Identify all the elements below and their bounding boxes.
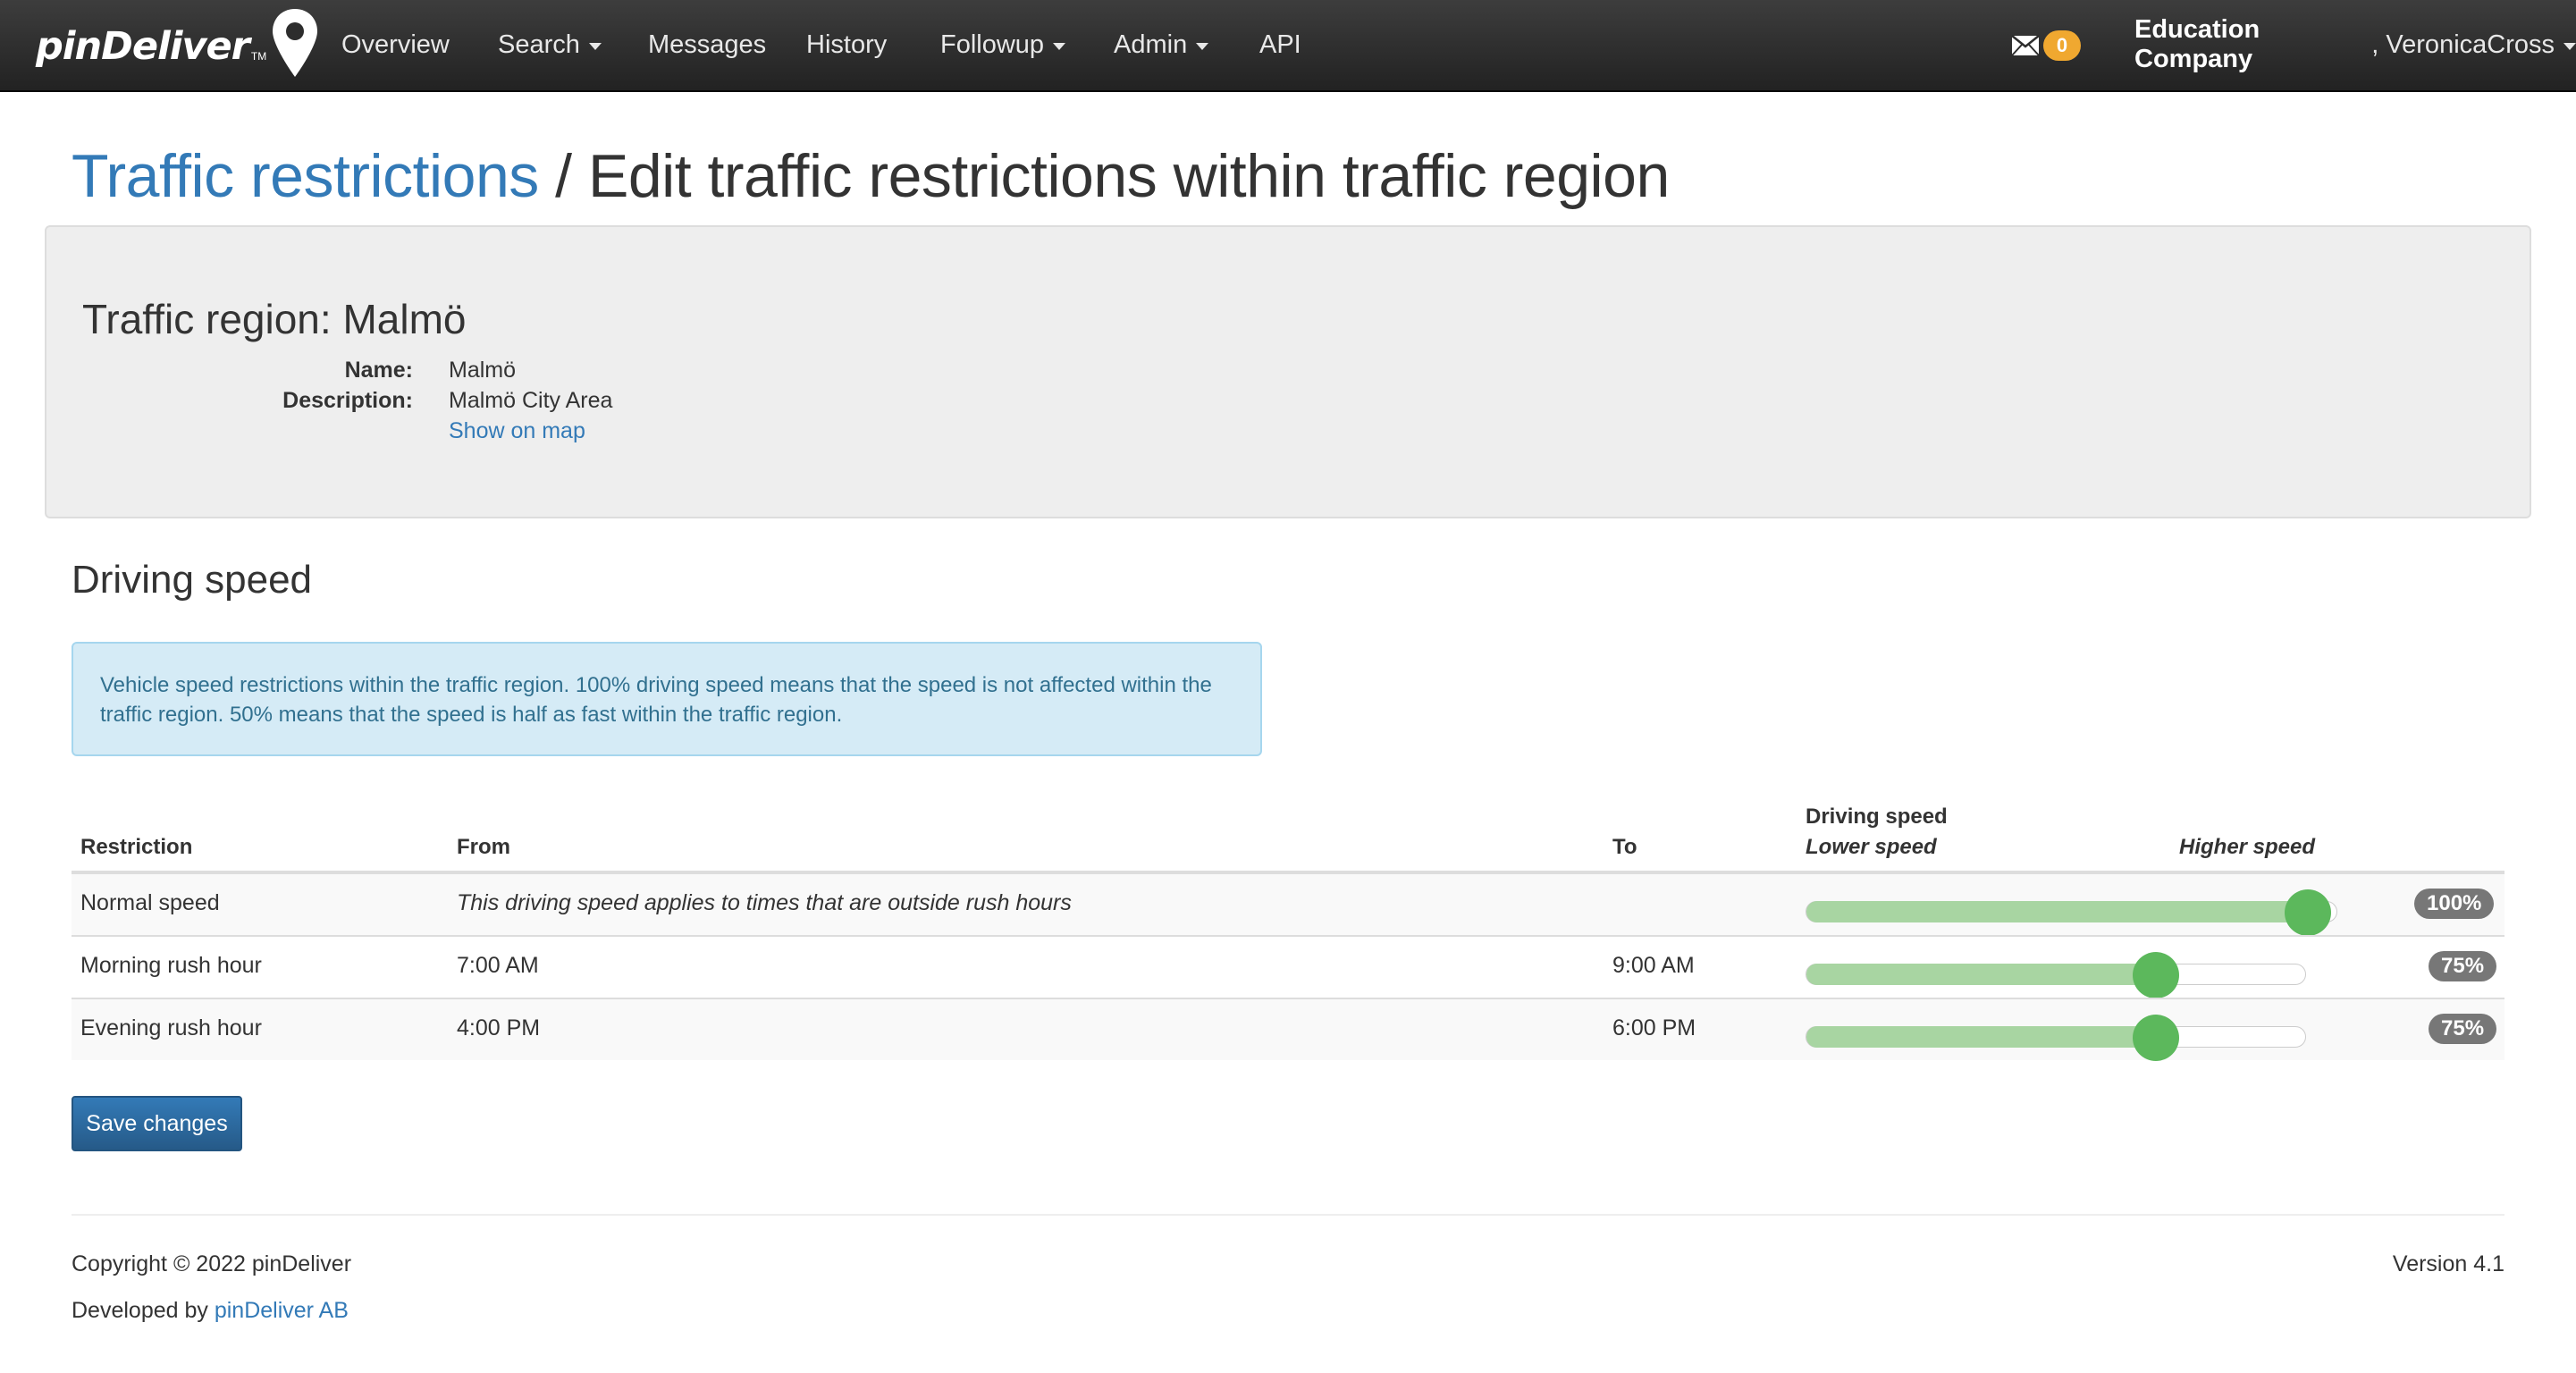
speed-percent-badge: 100% [2414,889,2495,919]
row-from: 7:00 AM [457,953,539,978]
row-from: This driving speed applies to times that… [457,890,1072,915]
user-company: Education Company [2134,15,2260,73]
user-menu[interactable]: Education Company , VeronicaCross [2134,0,2576,89]
save-changes-button[interactable]: Save changes [72,1096,242,1151]
header-to: To [1612,835,1637,859]
brand-trademark: TM [250,50,267,63]
table-row: Evening rush hour 4:00 PM 6:00 PM 75% [72,998,2504,1061]
higher-speed-label: Higher speed [2179,835,2316,859]
brand-name: pinDeliver [36,24,250,69]
speed-slider[interactable] [1806,1015,2306,1061]
row-restriction: Morning rush hour [80,953,262,978]
region-title: Traffic region: Malmö [82,296,467,342]
map-pin-icon [273,9,318,77]
driving-speed-heading: Driving speed [72,558,313,602]
footer-divider [72,1214,2504,1216]
region-name-value: Malmö [449,358,517,383]
nav-api-label: API [1259,29,1301,59]
speed-slider-fill [1806,901,2308,922]
header-driving-speed: Driving speed [1806,804,1948,829]
lower-speed-label: Lower speed [1806,835,1937,859]
header-from: From [457,835,510,859]
speed-slider-fill [1806,1026,2156,1048]
footer-copyright: Copyright © 2022 pinDeliver [72,1251,352,1276]
region-panel: Traffic region: Malmö Name: Malmö Descri… [45,225,2531,518]
brand-logo[interactable]: pinDeliver TM [36,7,320,86]
region-name-label: Name: [344,358,413,383]
speed-slider[interactable] [1806,952,2306,998]
nav-history-label: History [806,29,888,59]
driving-speed-info: Vehicle speed restrictions within the tr… [72,642,1262,756]
footer-version: Version 4.1 [2392,1251,2504,1276]
nav-messages-label: Messages [648,29,767,59]
speed-slider-handle[interactable] [2132,1015,2179,1061]
nav-history[interactable]: History [806,0,887,89]
row-to: 9:00 AM [1612,953,1695,978]
navbar: pinDeliver TM Overview Search Messages H… [0,0,2576,92]
speed-percent-badge: 75% [2429,951,2497,981]
chevron-down-icon [588,43,602,50]
speed-percent-badge: 75% [2429,1014,2497,1044]
nav-admin-label: Admin [1114,29,1188,59]
nav-followup[interactable]: Followup [940,0,1066,89]
row-to: 6:00 PM [1612,1015,1696,1040]
row-restriction: Normal speed [80,890,220,915]
nav-search[interactable]: Search [498,0,602,89]
chevron-down-icon [2563,43,2576,50]
nav-overview[interactable]: Overview [341,0,450,89]
show-on-map-link[interactable]: Show on map [449,418,585,443]
speed-slider[interactable] [1806,889,2337,936]
nav-admin[interactable]: Admin [1114,0,1209,89]
developer-link[interactable]: pinDeliver AB [215,1298,349,1323]
nav-api[interactable]: API [1259,0,1301,89]
unread-count-badge: 0 [2043,30,2081,61]
row-restriction: Evening rush hour [80,1015,262,1040]
row-from: 4:00 PM [457,1015,541,1040]
user-separator: , [2371,29,2387,59]
envelope-icon [2011,35,2040,56]
nav-search-label: Search [498,29,580,59]
speed-slider-fill [1806,964,2156,985]
speed-slider-handle[interactable] [2285,889,2331,936]
speed-slider-handle[interactable] [2132,952,2179,998]
nav-messages[interactable]: Messages [648,0,766,89]
messages-indicator[interactable]: 0 [2011,30,2081,61]
region-description-value: Malmö City Area [449,388,613,413]
region-description-label: Description: [282,388,413,413]
chevron-down-icon [1053,43,1066,50]
chevron-down-icon [1196,43,1209,50]
header-higher-speed: Higher speed [2179,835,2315,860]
user-name: VeronicaCross [2386,29,2555,59]
table-row: Normal speed This driving speed applies … [72,872,2504,936]
nav-followup-label: Followup [940,29,1045,59]
developed-by-text: Developed by [72,1298,215,1323]
header-lower-speed: Lower speed [1806,835,1937,860]
footer-developed-by: Developed by pinDeliver AB [72,1298,349,1324]
page-title: Traffic restrictions / Edit traffic rest… [72,141,1670,211]
nav-overview-label: Overview [341,29,450,59]
breadcrumb-separator: / [538,142,588,210]
table-row: Morning rush hour 7:00 AM 9:00 AM 75% [72,935,2504,998]
breadcrumb-traffic-restrictions[interactable]: Traffic restrictions [72,142,539,210]
page-title-text: Edit traffic restrictions within traffic… [587,142,1670,210]
header-restriction: Restriction [80,835,193,859]
